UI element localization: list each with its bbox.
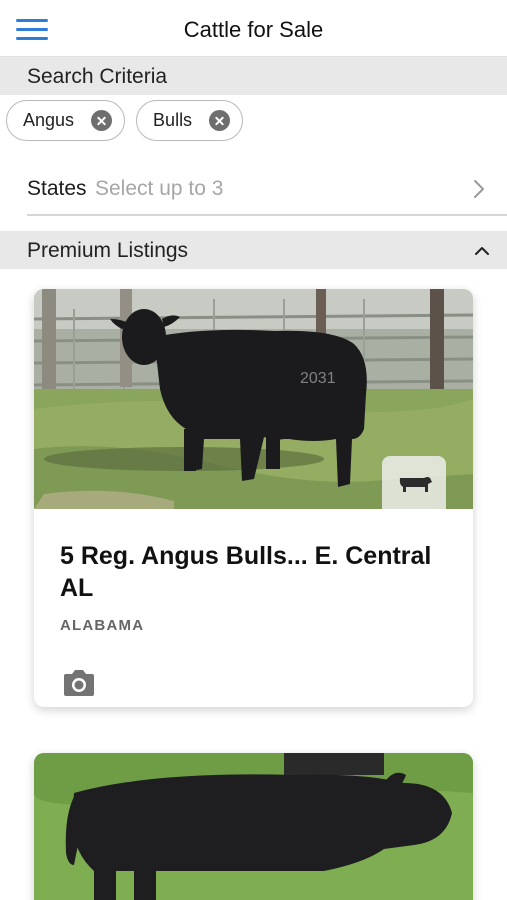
listing-card[interactable]: 2031 5 Reg. Angus Bulls... E. Central AL… — [34, 289, 473, 707]
listing-photo[interactable]: 2031 — [34, 289, 473, 509]
listing-state: ALABAMA — [60, 617, 145, 634]
camera-icon[interactable] — [61, 669, 97, 697]
listing-card[interactable] — [34, 753, 473, 900]
chip-label: Angus — [23, 110, 75, 130]
svg-text:2031: 2031 — [300, 370, 336, 387]
chevron-right-icon — [474, 180, 484, 198]
nav-bar: Cattle for Sale — [0, 0, 507, 57]
filter-chips: Angus Bulls — [6, 100, 244, 141]
page-title: Cattle for Sale — [183, 17, 324, 42]
states-label: States — [27, 177, 87, 200]
filter-chip-bulls[interactable]: Bulls — [136, 100, 244, 141]
close-circle-icon[interactable] — [91, 110, 113, 131]
premium-listings-header[interactable]: Premium Listings — [0, 231, 507, 269]
filter-chip-angus[interactable]: Angus — [6, 100, 126, 141]
search-criteria-header: Search Criteria — [0, 57, 507, 95]
search-criteria-title: Search Criteria — [27, 65, 168, 88]
states-selector[interactable]: States Select up to 3 — [27, 160, 507, 216]
listing-title[interactable]: 5 Reg. Angus Bulls... E. Central AL — [60, 540, 450, 604]
close-circle-icon[interactable] — [209, 110, 231, 131]
chip-label: Bulls — [153, 110, 193, 130]
listing-photo[interactable] — [34, 753, 473, 900]
chevron-up-icon[interactable] — [475, 244, 489, 258]
cow-silhouette-icon — [382, 456, 446, 509]
premium-listings-title: Premium Listings — [27, 239, 189, 262]
states-placeholder: Select up to 3 — [95, 177, 224, 200]
